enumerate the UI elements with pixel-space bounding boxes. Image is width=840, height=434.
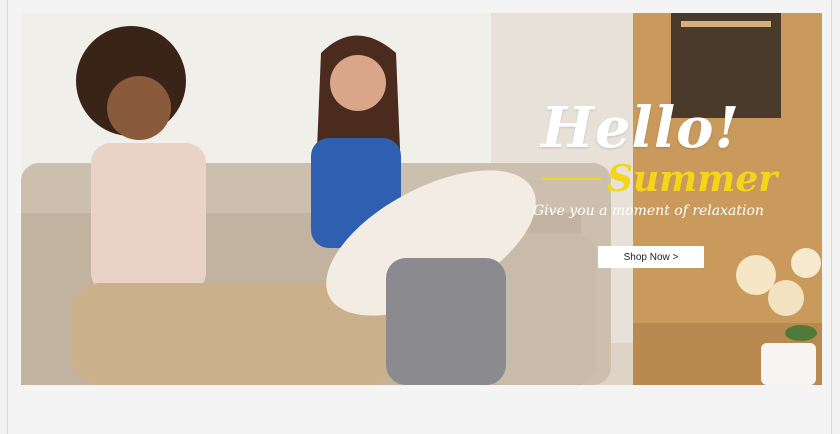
banner-tagline: Give you a moment of relaxation xyxy=(533,203,764,219)
accent-divider xyxy=(541,178,601,180)
banner-subheadline-row: Summer xyxy=(541,158,777,200)
banner-headline: Hello! xyxy=(541,95,741,161)
hero-banner[interactable]: Hello! Summer Give you a moment of relax… xyxy=(21,13,822,385)
shop-now-button[interactable]: Shop Now > xyxy=(598,246,704,268)
banner-subheadline: Summer xyxy=(607,158,778,200)
